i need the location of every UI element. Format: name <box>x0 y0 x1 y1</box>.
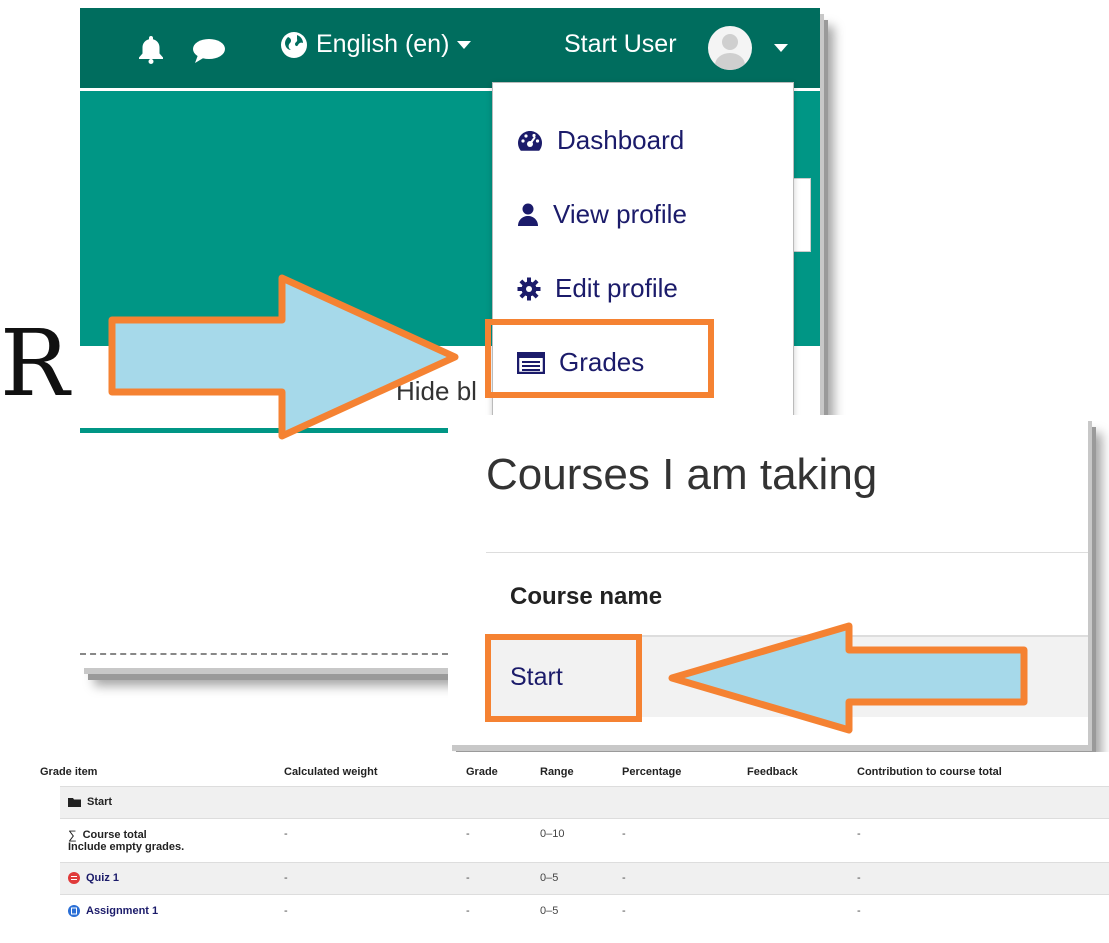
weight-cell: - <box>284 872 288 884</box>
menu-item-dashboard[interactable]: Dashboard <box>517 125 684 156</box>
bell-icon[interactable] <box>138 34 164 64</box>
contribution-cell: - <box>857 905 861 917</box>
folder-icon <box>68 798 81 807</box>
item-label: Quiz 1 <box>86 872 120 884</box>
column-header: Calculated weight <box>284 766 378 778</box>
hide-blocks-link[interactable]: Hide bl <box>396 376 477 407</box>
grades-highlight-box <box>485 319 714 398</box>
menu-item-label: View profile <box>553 199 687 229</box>
range-cell: 0–5 <box>540 905 559 917</box>
sigma-icon: ∑ <box>68 828 77 842</box>
grade-cell: - <box>466 872 470 884</box>
column-header-course-name[interactable]: Course name <box>510 583 662 611</box>
language-menu[interactable]: English (en) <box>280 30 472 59</box>
column-header: Contribution to course total <box>857 766 1002 778</box>
column-header: Percentage <box>622 766 682 778</box>
title-divider <box>486 552 1088 553</box>
course-total-note: Include empty grades. <box>68 841 185 853</box>
cog-icon <box>517 277 541 300</box>
menu-item-label: Dashboard <box>557 125 685 155</box>
table-row <box>60 818 1109 863</box>
column-header: Feedback <box>747 766 798 778</box>
column-header: Grade <box>466 766 498 778</box>
chat-icon[interactable] <box>192 38 226 64</box>
start-highlight-box <box>485 634 642 722</box>
cropped-letter: R <box>0 310 70 417</box>
range-cell: 0–5 <box>540 872 559 884</box>
category-label: Start <box>87 796 113 808</box>
percentage-cell: - <box>622 872 626 884</box>
menu-item-view-profile[interactable]: View profile <box>517 199 687 230</box>
avatar[interactable] <box>708 26 752 70</box>
course-total-item: ∑ Course total <box>68 828 147 842</box>
percentage-cell: - <box>622 905 626 917</box>
category-start: Start <box>68 796 112 808</box>
language-label: English (en) <box>316 30 450 58</box>
contribution-cell: - <box>857 828 861 840</box>
grade-cell: - <box>466 905 470 917</box>
weight-cell: - <box>284 905 288 917</box>
menu-item-edit-profile[interactable]: Edit profile <box>517 273 678 304</box>
column-header: Grade item <box>40 766 98 778</box>
item-label: Course total <box>82 829 147 841</box>
chevron-down-icon <box>457 40 472 49</box>
page-title: Courses I am taking <box>486 450 878 499</box>
user-icon <box>518 203 538 226</box>
top-navbar: English (en) Start User <box>80 8 820 88</box>
grades-table: Grade item Calculated weight Grade Range… <box>34 752 1109 917</box>
column-header: Range <box>540 766 574 778</box>
menu-item-label: Edit profile <box>555 273 678 303</box>
assignment-row-cells: - - 0–5 - - <box>34 894 1109 934</box>
grade-cell: - <box>466 828 470 840</box>
table-row <box>60 786 1109 819</box>
range-cell: 0–10 <box>540 828 565 840</box>
dashboard-icon <box>518 130 542 151</box>
globe-icon <box>281 31 307 58</box>
table-row <box>60 862 1109 895</box>
weight-cell: - <box>284 828 288 840</box>
contribution-cell: - <box>857 872 861 884</box>
quiz-icon <box>68 872 80 884</box>
user-menu-chevron-icon[interactable] <box>774 44 788 52</box>
grade-item-quiz-1[interactable]: Quiz 1 <box>68 872 119 884</box>
user-name[interactable]: Start User <box>564 30 677 59</box>
percentage-cell: - <box>622 828 626 840</box>
